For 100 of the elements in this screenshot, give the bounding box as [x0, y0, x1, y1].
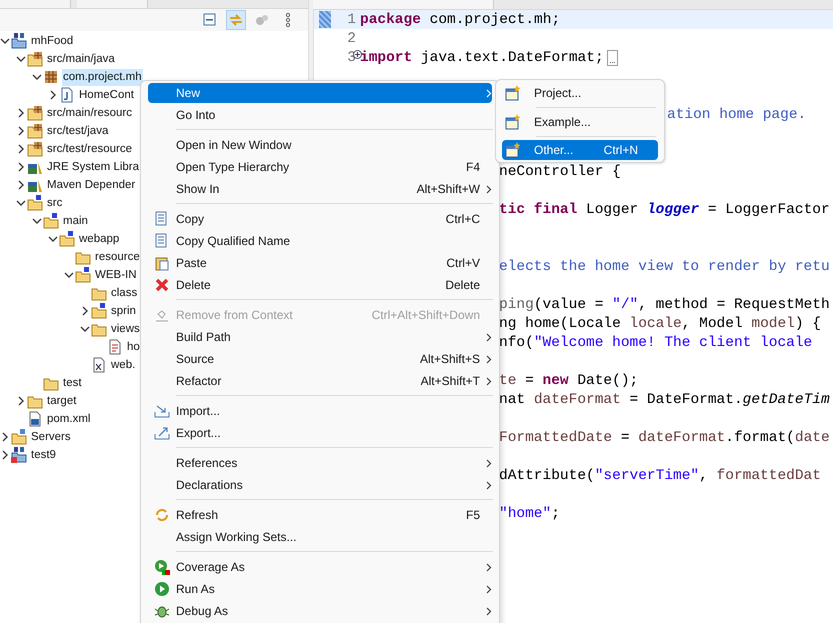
menu-item[interactable]: Delete Delete [148, 274, 492, 296]
tree-item[interactable]: webapp [78, 230, 120, 248]
chevron-right-icon[interactable] [16, 126, 26, 136]
chevron-right-icon[interactable] [16, 144, 26, 154]
tree-item[interactable]: sprin [110, 302, 137, 320]
folder-icon [75, 267, 91, 283]
source-folder-icon [27, 105, 43, 121]
chevron-down-icon[interactable] [64, 270, 74, 280]
folder-icon [11, 429, 27, 445]
tree-item[interactable]: main [62, 212, 89, 230]
tree-item[interactable]: ho [126, 338, 141, 356]
tree-item[interactable]: web. [110, 356, 136, 374]
menu-item[interactable]: Open in New Window [148, 134, 492, 156]
menu-item[interactable]: Other... Ctrl+N [502, 140, 658, 160]
import-icon [154, 403, 170, 419]
shortcut-label: Alt+Shift+W [416, 182, 480, 196]
shortcut-label: Ctrl+C [446, 212, 480, 226]
tree-item[interactable]: mhFood [30, 32, 74, 50]
code-line: ping(value = "/", method = RequestMeth [499, 296, 830, 312]
shortcut-label: Delete [445, 278, 480, 292]
chevron-right-icon[interactable] [80, 306, 90, 316]
shortcut-label: Ctrl+V [446, 256, 480, 270]
tree-item[interactable]: Maven Depender [46, 176, 136, 194]
wizard-icon [505, 85, 521, 101]
code-line: neController { [499, 164, 621, 180]
menu-item[interactable]: Go Into [148, 104, 492, 126]
chevron-down-icon[interactable] [48, 234, 58, 244]
tree-item[interactable]: WEB-IN [94, 266, 138, 284]
menu-item[interactable]: New [148, 83, 492, 103]
tree-item[interactable]: pom.xml [46, 410, 92, 428]
menu-item[interactable]: Export... [148, 422, 492, 444]
menu-item[interactable]: Debug As [148, 600, 492, 622]
expand-icon[interactable] [353, 50, 362, 59]
chevron-right-icon[interactable] [0, 450, 10, 460]
line-number: 2 [347, 30, 357, 46]
chevron-right-icon[interactable] [16, 180, 26, 190]
tree-item[interactable]: class [110, 284, 138, 302]
chevron-down-icon[interactable] [32, 216, 42, 226]
chevron-right-icon[interactable] [16, 108, 26, 118]
menu-item[interactable]: Source Alt+Shift+S [148, 348, 492, 370]
refresh-icon [154, 507, 170, 523]
tree-item[interactable]: src/test/java [46, 122, 110, 140]
menu-item[interactable]: Copy Qualified Name [148, 230, 492, 252]
chevron-right-icon[interactable] [48, 90, 58, 100]
tree-item[interactable]: resource [94, 248, 141, 266]
code-line: tic final Logger logger = LoggerFactor [499, 202, 830, 218]
menu-item[interactable]: Run As [148, 578, 492, 600]
tree-item[interactable]: target [46, 392, 78, 410]
tree-item[interactable]: test9 [30, 446, 57, 464]
menu-item[interactable]: Assign Working Sets... [148, 526, 492, 548]
menu-item[interactable]: Refactor Alt+Shift+T [148, 370, 492, 392]
project-icon [11, 447, 27, 463]
tree-item[interactable]: Servers [30, 428, 72, 446]
menu-item[interactable]: References [148, 452, 492, 474]
code-line: ng home(Locale locale, Model model) { [499, 316, 821, 332]
menu-item[interactable]: Declarations [148, 474, 492, 496]
menu-item[interactable]: Copy Ctrl+C [148, 208, 492, 230]
chevron-right-icon[interactable] [16, 162, 26, 172]
tree-item[interactable]: views [110, 320, 141, 338]
shortcut-label: F4 [466, 160, 480, 174]
menu-item[interactable]: Paste Ctrl+V [148, 252, 492, 274]
source-folder-icon [27, 141, 43, 157]
menu-item[interactable]: Refresh F5 [148, 504, 492, 526]
coverage-icon [154, 559, 170, 575]
folder-icon [27, 195, 43, 211]
chevron-down-icon[interactable] [0, 36, 10, 46]
chevron-right-icon[interactable] [0, 432, 10, 442]
code-line: nfo("Welcome home! The client locale [499, 334, 814, 350]
folded-code-icon[interactable] [606, 50, 618, 66]
tree-item[interactable]: com.project.mh [62, 68, 143, 86]
project-icon [11, 33, 27, 49]
package-icon [43, 69, 59, 85]
tree-item[interactable]: HomeCont [78, 86, 135, 104]
code-line: ation home page. [667, 106, 806, 122]
menu-item[interactable]: Project... [502, 82, 658, 104]
chevron-down-icon[interactable] [80, 324, 90, 334]
code-line: package com.project.mh; [360, 12, 560, 28]
tree-item[interactable]: src [46, 194, 64, 212]
file-icon [27, 411, 43, 427]
shortcut-label: Alt+Shift+S [420, 352, 480, 366]
menu-item[interactable]: Import... [148, 400, 492, 422]
menu-item[interactable]: Build Path [148, 326, 492, 348]
source-folder-icon [27, 123, 43, 139]
paste-icon [154, 255, 170, 271]
menu-item[interactable]: Example... [502, 111, 658, 133]
tree-item[interactable]: src/main/resourc [46, 104, 133, 122]
menu-item[interactable]: Coverage As [148, 556, 492, 578]
chevron-down-icon[interactable] [16, 198, 26, 208]
tree-item[interactable]: test [62, 374, 83, 392]
code-line: te = new Date(); [499, 372, 638, 388]
menu-item[interactable]: Open Type Hierarchy F4 [148, 156, 492, 178]
tree-item[interactable]: src/main/java [46, 50, 116, 68]
tree-item[interactable]: JRE System Libra [46, 158, 140, 176]
code-line: elects the home view to render by retu [499, 258, 830, 274]
tree-item[interactable]: src/test/resource [46, 140, 133, 158]
chevron-down-icon[interactable] [32, 72, 42, 82]
shortcut-label: Alt+Shift+T [420, 374, 480, 388]
chevron-down-icon[interactable] [16, 54, 26, 64]
menu-item[interactable]: Show In Alt+Shift+W [148, 178, 492, 200]
chevron-right-icon[interactable] [16, 396, 26, 406]
